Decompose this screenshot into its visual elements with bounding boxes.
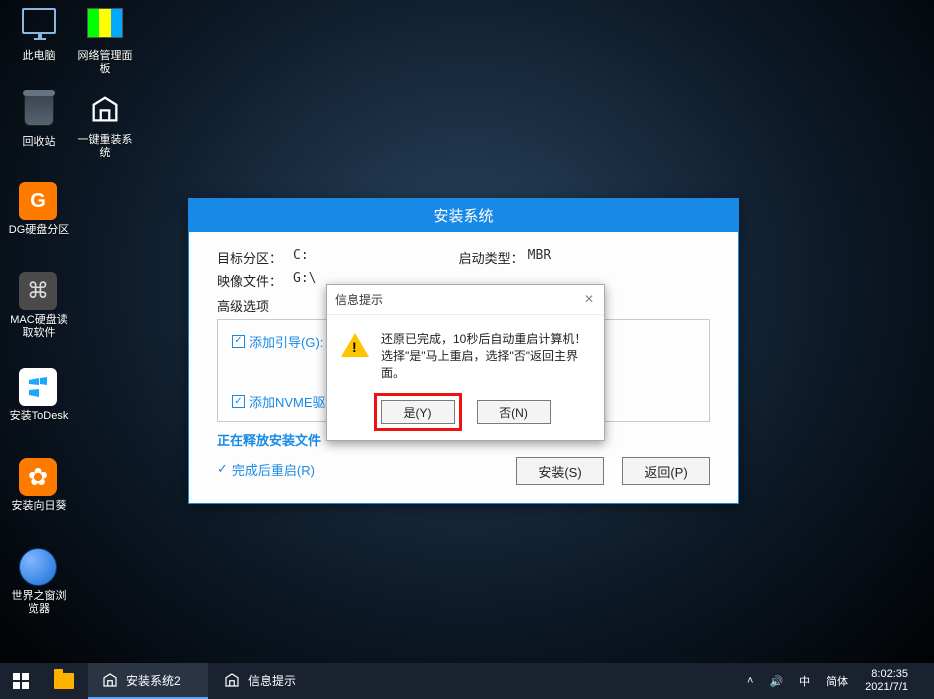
- boot-value: MBR: [528, 248, 551, 267]
- back-button[interactable]: 返回(P): [622, 457, 710, 485]
- desktop-label: DG硬盘分区: [8, 224, 70, 237]
- start-button[interactable]: [0, 663, 42, 699]
- desktop-icon-mac[interactable]: ⌘ MAC硬盘读取软件: [8, 272, 70, 340]
- checkbox-label: 添加引导(G):: [249, 332, 323, 351]
- globe-icon: [19, 548, 57, 586]
- taskbar: 安装系统2 信息提示 ˄ 🔊 中 简体 8:02:35 2021/7/1: [0, 663, 934, 699]
- trash-icon: [24, 94, 54, 126]
- dialog-line: 选择"是"马上重启，选择"否"返回主界面。: [381, 348, 590, 382]
- warning-icon: [341, 333, 369, 357]
- windows-icon: [13, 673, 29, 689]
- mac-icon: ⌘: [19, 272, 57, 310]
- todesk-icon: [19, 368, 57, 406]
- desktop-icon-netpanel[interactable]: 网络管理面板: [74, 4, 136, 76]
- dg-icon: G: [19, 182, 57, 220]
- netpanel-icon: [87, 8, 123, 38]
- desktop-label: 一键重装系统: [74, 134, 136, 160]
- checkmark-icon: ✓: [232, 395, 245, 408]
- checkmark-icon: ✓: [217, 461, 228, 477]
- tray-clock[interactable]: 8:02:35 2021/7/1: [861, 664, 914, 698]
- image-label: 映像文件：: [217, 271, 293, 290]
- desktop-label: 世界之窗浏览器: [8, 590, 70, 616]
- desktop-icon-pc[interactable]: 此电脑: [8, 4, 70, 63]
- taskbar-app-label: 信息提示: [248, 672, 296, 689]
- dialog-title: 信息提示: [335, 291, 383, 308]
- desktop-label: 回收站: [8, 136, 70, 149]
- tray-chevron-icon[interactable]: ˄: [744, 675, 756, 687]
- folder-icon: [54, 673, 74, 689]
- desktop-label: 此电脑: [8, 50, 70, 63]
- checkbox-label: 完成后重启(R): [232, 460, 315, 479]
- taskbar-app-msgbox[interactable]: 信息提示: [210, 663, 330, 699]
- app-icon: [100, 670, 120, 690]
- pc-icon: [22, 8, 56, 34]
- checkmark-icon: ✓: [232, 335, 245, 348]
- taskbar-app-label: 安装系统2: [126, 672, 181, 689]
- desktop-icon-sunflower[interactable]: ✿ 安装向日葵: [8, 458, 70, 513]
- dialog-line: 还原已完成，10秒后自动重启计算机！: [381, 331, 590, 348]
- sunflower-icon: ✿: [19, 458, 57, 496]
- desktop-label: 安装向日葵: [8, 500, 70, 513]
- taskbar-explorer[interactable]: [42, 663, 86, 699]
- close-icon[interactable]: ✕: [582, 293, 596, 307]
- system-tray: ˄ 🔊 中 简体 8:02:35 2021/7/1: [734, 663, 934, 699]
- boot-label: 启动类型：: [459, 248, 524, 267]
- message-dialog: 信息提示 ✕ 还原已完成，10秒后自动重启计算机！ 选择"是"马上重启，选择"否…: [326, 284, 605, 441]
- taskbar-app-installer[interactable]: 安装系统2: [88, 663, 208, 699]
- desktop-icon-recycle[interactable]: 回收站: [8, 92, 70, 149]
- target-label: 目标分区：: [217, 248, 293, 267]
- dialog-titlebar[interactable]: 信息提示 ✕: [327, 285, 604, 315]
- desktop-icon-browser[interactable]: 世界之窗浏览器: [8, 548, 70, 616]
- desktop-icon-todesk[interactable]: 安装ToDesk: [8, 368, 70, 423]
- dialog-message: 还原已完成，10秒后自动重启计算机！ 选择"是"马上重启，选择"否"返回主界面。: [381, 331, 590, 382]
- tray-time: 8:02:35: [865, 668, 908, 681]
- no-button[interactable]: 否(N): [477, 400, 551, 424]
- image-value: G:\: [293, 271, 316, 290]
- desktop-icon-onekey[interactable]: 一键重装系统: [74, 92, 136, 160]
- yes-button[interactable]: 是(Y): [381, 400, 455, 424]
- checkbox-label: 添加NVME驱: [249, 392, 326, 411]
- ime-indicator[interactable]: 中: [796, 673, 813, 689]
- tray-sound-icon[interactable]: 🔊: [766, 675, 786, 688]
- installer-title: 安装系统: [189, 199, 738, 232]
- desktop-label: MAC硬盘读取软件: [8, 314, 70, 340]
- tray-date: 2021/7/1: [865, 681, 908, 694]
- checkbox-add-boot[interactable]: ✓ 添加引导(G):: [232, 330, 323, 352]
- target-value: C:: [293, 248, 309, 267]
- desktop-label: 安装ToDesk: [8, 410, 70, 423]
- install-button[interactable]: 安装(S): [516, 457, 604, 485]
- app-icon: [222, 670, 242, 690]
- onekey-icon: [85, 92, 125, 132]
- checkbox-restart[interactable]: ✓ 完成后重启(R): [217, 460, 315, 479]
- desktop-icon-dg[interactable]: G DG硬盘分区: [8, 182, 70, 237]
- ime-mode[interactable]: 简体: [823, 673, 851, 689]
- desktop-label: 网络管理面板: [74, 50, 136, 76]
